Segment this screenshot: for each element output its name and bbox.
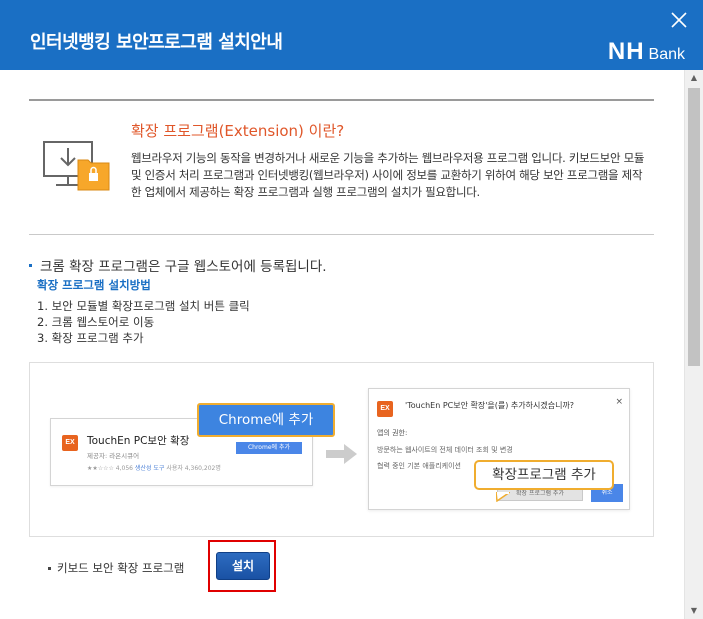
app-meta: ★★☆☆☆ 4,056 생산성 도구 사용자 4,360,202명 [87,463,221,472]
mini-add-chip: Chrome에 추가 [236,442,302,454]
extension-add-callout: 확장프로그램 추가 [474,460,614,490]
divider-mid [29,234,654,235]
arrow-right-icon [326,443,358,469]
logo-nh: NH [607,38,645,65]
dialog-close-icon: × [615,397,623,407]
extension-title: 확장 프로그램(Extension) 이란? [131,122,345,140]
permission-item: 협력 중인 기본 애플리케이션 [377,462,461,470]
close-icon[interactable] [669,10,689,30]
step-item: 1. 보안 모듈별 확장프로그램 설치 버튼 클릭 [37,299,250,313]
scrollbar-thumb[interactable] [688,88,700,366]
content-area: 확장 프로그램(Extension) 이란? 웹브라우저 기능의 동작을 변경하… [0,70,684,619]
app-publisher: 제공자: 라온시큐어 [87,452,140,460]
install-label: 키보드 보안 확장 프로그램 [57,561,185,575]
callout-tail-icon [495,487,513,506]
extension-badge-icon: EX [62,435,78,451]
bullet-icon [48,566,51,570]
app-category: 생산성 도구 [134,465,165,472]
scroll-down-icon[interactable]: ▼ [685,603,703,619]
extension-description: 웹브라우저 기능의 동작을 변경하거나 새로운 기능을 추가하는 웹브라우저용 … [131,151,645,199]
app-rating: ★★☆☆☆ 4,056 [87,465,133,472]
install-button[interactable]: 설치 [216,552,270,580]
divider-top [29,99,654,101]
permission-item: 방문하는 웹사이트의 전체 데이터 조회 및 변경 [377,446,513,454]
permission-title: 앱의 권한: [377,429,408,437]
install-row: 키보드 보안 확장 프로그램 [48,560,184,576]
chrome-add-callout: Chrome에 추가 [197,403,335,437]
bullet-icon [29,263,32,267]
extension-badge-icon: EX [377,401,393,417]
scroll-up-icon[interactable]: ▲ [685,70,703,86]
monitor-lock-folder-icon [42,140,112,196]
logo-bank: Bank [648,46,685,63]
notice-text: 크롬 확장 프로그램은 구글 웹스토어에 등록됩니다. [40,259,327,275]
notice: 크롬 확장 프로그램은 구글 웹스토어에 등록됩니다. [29,255,327,275]
method-title: 확장 프로그램 설치방법 [37,278,151,292]
nh-bank-logo: NH Bank [608,38,685,66]
dialog-question: 'TouchEn PC보안 확장'을(를) 추가하시겠습니까? [405,401,575,410]
dialog-header: 인터넷뱅킹 보안프로그램 설치안내 NH Bank [0,0,703,70]
app-users: 사용자 4,360,202명 [166,465,221,472]
vertical-scrollbar[interactable]: ▲ ▼ [684,70,703,619]
step-item: 2. 크롬 웹스토어로 이동 [37,315,155,329]
app-name: TouchEn PC보안 확장 [87,435,190,447]
illustration-panel: EX TouchEn PC보안 확장 제공자: 라온시큐어 ★★☆☆☆ 4,05… [29,362,654,537]
step-list: 1. 보안 모듈별 확장프로그램 설치 버튼 클릭 2. 크롬 웹스토어로 이동… [37,298,250,346]
step-item: 3. 확장 프로그램 추가 [37,331,144,345]
page-title: 인터넷뱅킹 보안프로그램 설치안내 [30,32,283,53]
